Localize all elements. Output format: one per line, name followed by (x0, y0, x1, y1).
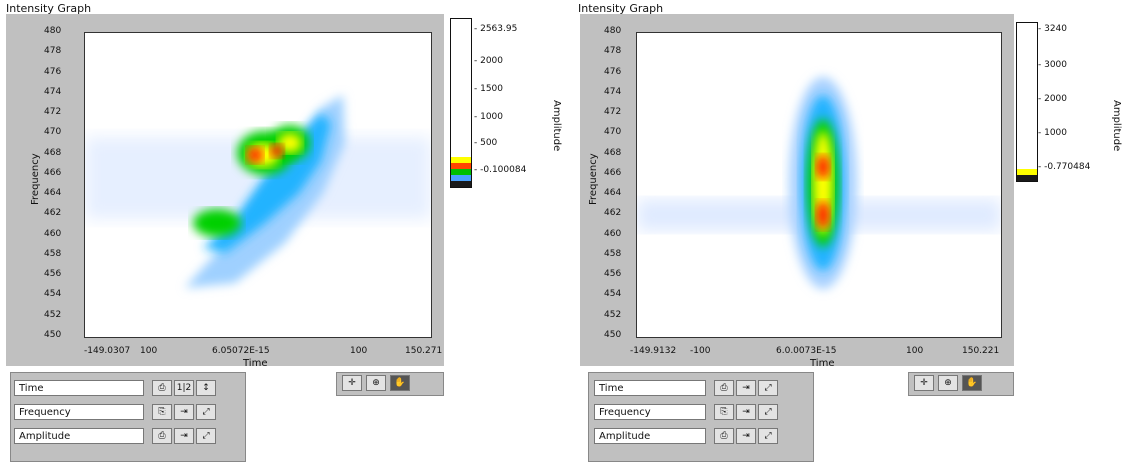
scale-tick-label: - 1000 (1038, 128, 1068, 138)
y-tick-label: 476 (44, 66, 62, 77)
y-tick-label: 480 (604, 26, 622, 36)
x-tick-label: 6.05072E-15 (212, 346, 270, 356)
x-tick-label: -149.9132 (630, 346, 677, 356)
y-tick-label: 464 (604, 188, 622, 199)
y-tick-label: 460 (604, 228, 622, 239)
y-tick-label: 468 (604, 147, 622, 158)
axis-format-button[interactable]: ⎘ (714, 404, 734, 420)
y-tick-label: 470 (604, 127, 622, 138)
axis-format-button[interactable]: ⎙ (714, 380, 734, 396)
amplitude-label: Amplitude (551, 100, 562, 152)
y-tick-label: 472 (44, 107, 62, 118)
y-tick-label: 452 (604, 309, 622, 320)
x-tick-label: 100 (140, 346, 158, 356)
axis-name-field[interactable]: Amplitude (594, 428, 706, 444)
y-tick-label: 454 (44, 289, 62, 300)
heatmap-2 (637, 33, 1001, 337)
y-tick-label: 476 (604, 66, 622, 77)
y-tick-label: 462 (604, 208, 622, 219)
y-tick-label: 454 (604, 289, 622, 300)
scale-tick-label: - 2000 (474, 56, 504, 66)
axis-format-button[interactable]: ⎙ (152, 428, 172, 444)
y-tick-label: 474 (604, 86, 622, 97)
y-tick-label: 458 (44, 248, 62, 259)
axis-name-field[interactable]: Frequency (594, 404, 706, 420)
y-tick-label: 478 (604, 46, 622, 57)
y-tick-label: 464 (44, 188, 62, 199)
amplitude-label: Amplitude (1111, 100, 1122, 152)
x-tick-label: 150.221 (962, 346, 1000, 356)
axis-precision-button[interactable]: ⇥ (174, 404, 194, 420)
plot-area[interactable] (636, 32, 1002, 338)
axis-format-button[interactable]: ⎙ (714, 428, 734, 444)
intensity-graph-1: Intensity Graph 480 478 476 474 472 470 468 466… (0, 0, 562, 462)
intensity-graph-2: Intensity Graph 480 478 476 474 472 470 468 466… (570, 0, 1128, 462)
color-scale (1016, 22, 1038, 182)
scale-tick-label: - 3240 (1038, 24, 1068, 34)
axis-autoscale-button[interactable]: ⤢ (758, 428, 778, 444)
y-tick-label: 450 (604, 330, 622, 340)
y-tick-label: 474 (44, 86, 62, 97)
axis-autoscale-button[interactable]: ↕ (196, 380, 216, 396)
y-tick-label: 458 (604, 248, 622, 259)
y-tick-label: 460 (44, 228, 62, 239)
scale-tick-label: - 500 (474, 138, 498, 148)
axis-name-field[interactable]: Time (594, 380, 706, 396)
scale-tick-label: - -0.100084 (474, 165, 527, 175)
axis-precision-button[interactable]: 1|2 (174, 380, 194, 396)
y-tick-label: 478 (44, 46, 62, 57)
axis-format-button[interactable]: ⎘ (152, 404, 172, 420)
y-tick-label: 452 (44, 309, 62, 320)
axis-name-field[interactable]: Amplitude (14, 428, 144, 444)
color-scale (450, 18, 472, 188)
x-axis-label: Time (243, 358, 268, 369)
y-tick-label: 472 (604, 107, 622, 118)
axis-precision-button[interactable]: ⇥ (736, 404, 756, 420)
scale-tick-label: - 1000 (474, 112, 504, 122)
axis-autoscale-button[interactable]: ⤢ (758, 380, 778, 396)
scale-tick-label: - 1500 (474, 84, 504, 94)
y-tick-label: 456 (604, 269, 622, 280)
y-tick-label: 470 (44, 127, 62, 138)
axis-name-field[interactable]: Time (14, 380, 144, 396)
y-tick-label: 480 (44, 26, 62, 36)
axis-precision-button[interactable]: ⇥ (736, 380, 756, 396)
y-tick-label: 466 (44, 167, 62, 178)
y-tick-label: 466 (604, 167, 622, 178)
axis-autoscale-button[interactable]: ⤢ (196, 404, 216, 420)
x-tick-label: -149.0307 (84, 346, 131, 356)
y-tick-label: 468 (44, 147, 62, 158)
pan-tool-button[interactable]: ✋ (962, 375, 982, 391)
axis-precision-button[interactable]: ⇥ (174, 428, 194, 444)
axis-precision-button[interactable]: ⇥ (736, 428, 756, 444)
zoom-tool-button[interactable]: ⊕ (366, 375, 386, 391)
plot-area[interactable] (84, 32, 432, 338)
x-axis-label: Time (810, 358, 835, 369)
y-axis-label: Frequency (30, 153, 41, 205)
zoom-tool-button[interactable]: ⊕ (938, 375, 958, 391)
x-tick-label: 150.271 (405, 346, 443, 356)
y-tick-label: 450 (44, 330, 62, 340)
x-tick-label: -100 (690, 346, 711, 356)
cursor-tool-button[interactable]: ✛ (914, 375, 934, 391)
x-tick-label: 100 (906, 346, 924, 356)
scale-tick-label: - 3000 (1038, 60, 1068, 70)
heatmap-1 (85, 33, 431, 337)
pan-tool-button[interactable]: ✋ (390, 375, 410, 391)
axis-format-button[interactable]: ⎙ (152, 380, 172, 396)
scale-tick-label: - 2563.95 (474, 24, 518, 34)
x-tick-label: 6.0.0073E-15 (776, 346, 837, 356)
axis-name-field[interactable]: Frequency (14, 404, 144, 420)
x-tick-label: 100 (350, 346, 368, 356)
y-tick-label: 462 (44, 208, 62, 219)
axis-autoscale-button[interactable]: ⤢ (758, 404, 778, 420)
y-tick-label: 456 (44, 269, 62, 280)
axis-autoscale-button[interactable]: ⤢ (196, 428, 216, 444)
y-axis-label: Frequency (588, 153, 599, 205)
scale-tick-label: - 2000 (1038, 94, 1068, 104)
cursor-tool-button[interactable]: ✛ (342, 375, 362, 391)
scale-tick-label: - -0.770484 (1038, 162, 1091, 172)
